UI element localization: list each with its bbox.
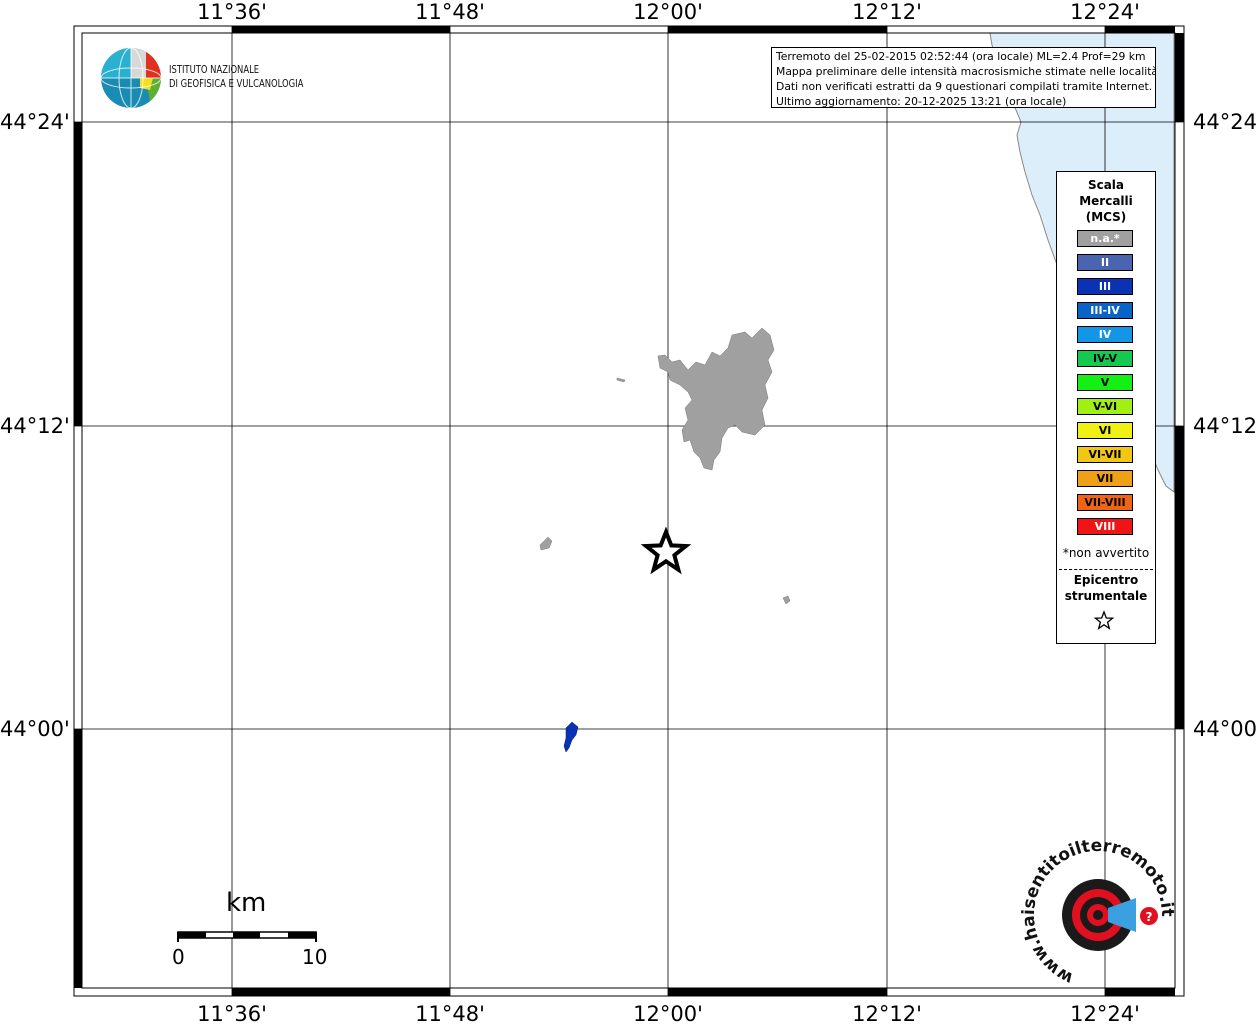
svg-text:?: ? (1146, 910, 1153, 924)
event-info-line: Ultimo aggiornamento: 20-12-2025 13:21 (… (776, 95, 1067, 108)
lon-tick-bottom: 12°12' (852, 1002, 922, 1026)
legend-swatch: III (1077, 278, 1133, 295)
logo-line: ISTITUTO NAZIONALE (169, 63, 260, 76)
legend-swatch: VI (1077, 422, 1133, 439)
event-info-line: Terremoto del 25-02-2015 02:52:44 (ora l… (776, 50, 1146, 63)
legend-swatch: VII (1077, 470, 1133, 487)
star-icon (1093, 610, 1115, 630)
map-inner-frame (81, 32, 1176, 989)
haisentito-logo-icon: ? www.haisentitoilterremoto.it (1019, 836, 1177, 988)
area-not-felt[interactable] (539, 536, 553, 551)
lon-tick-top: 12°00' (633, 0, 703, 24)
scale-end: 10 (302, 945, 328, 969)
lon-tick-top: 12°24' (1070, 0, 1140, 24)
lon-tick-bottom: 12°24' (1070, 1002, 1140, 1026)
legend-epicenter-label: Epicentro strumentale (1057, 572, 1155, 604)
area-not-felt[interactable] (657, 327, 775, 471)
legend-swatch: V (1077, 374, 1133, 391)
legend-divider (1059, 569, 1153, 570)
legend-swatch: V-VI (1077, 398, 1133, 415)
lat-tick-right: 44°00' (1193, 717, 1258, 741)
legend-swatch: VII-VIII (1077, 494, 1133, 511)
event-info-box: Terremoto del 25-02-2015 02:52:44 (ora l… (771, 47, 1156, 108)
lon-tick-bottom: 12°00' (633, 1002, 703, 1026)
lat-tick-right: 44°12' (1193, 414, 1258, 438)
scale-start: 0 (172, 945, 185, 969)
legend-swatch: n.a.* (1077, 230, 1133, 247)
legend-swatch: IV (1077, 326, 1133, 343)
area-not-felt[interactable] (616, 377, 626, 383)
lat-tick-left: 44°12' (0, 414, 70, 438)
graticule (74, 26, 1184, 996)
lat-tick-left: 44°00' (0, 717, 70, 741)
scale-bar (177, 931, 317, 942)
epicenter-star[interactable] (640, 526, 692, 575)
legend-swatch: IV-V (1077, 350, 1133, 367)
event-info-line: Dati non verificati estratti da 9 questi… (776, 80, 1153, 93)
event-info-line: Mappa preliminare delle intensità macros… (776, 65, 1156, 78)
legend-epicenter-line: strumentale (1064, 589, 1148, 603)
lon-tick-bottom: 11°48' (415, 1002, 485, 1026)
lon-tick-top: 11°36' (197, 0, 267, 24)
intensity-legend: Scala Mercalli (MCS) n.a.* II III III-IV IV I… (1056, 171, 1156, 644)
lon-tick-top: 12°12' (852, 0, 922, 24)
frame-checker (74, 26, 1184, 996)
lon-tick-bottom: 11°36' (197, 1002, 267, 1026)
legend-swatch: II (1077, 254, 1133, 271)
legend-note: *non avvertito (1062, 546, 1150, 560)
legend-swatch: VIII (1077, 518, 1133, 535)
ingv-logo-icon (100, 47, 162, 109)
legend-title-line: (MCS) (1085, 210, 1127, 224)
legend-title-line: Mercalli (1079, 194, 1133, 208)
legend-swatch: VI-VII (1077, 446, 1133, 463)
map-frame (73, 25, 1185, 997)
area-intensity-iii[interactable] (563, 721, 579, 753)
lon-tick-top: 11°48' (415, 0, 485, 24)
logo-line: DI GEOFISICA E VULCANOLOGIA (169, 77, 304, 90)
legend-title: Scala Mercalli (MCS) (1057, 177, 1155, 225)
legend-epicenter-line: Epicentro (1073, 573, 1139, 587)
legend-swatch: III-IV (1077, 302, 1133, 319)
scale-unit: km (226, 888, 267, 918)
legend-title-line: Scala (1087, 178, 1125, 192)
ingv-logo-text: ISTITUTO NAZIONALE DI GEOFISICA E VULCAN… (169, 63, 303, 91)
lat-tick-right: 44°24' (1193, 110, 1258, 134)
lat-tick-left: 44°24' (0, 110, 70, 134)
area-not-felt[interactable] (782, 595, 791, 605)
